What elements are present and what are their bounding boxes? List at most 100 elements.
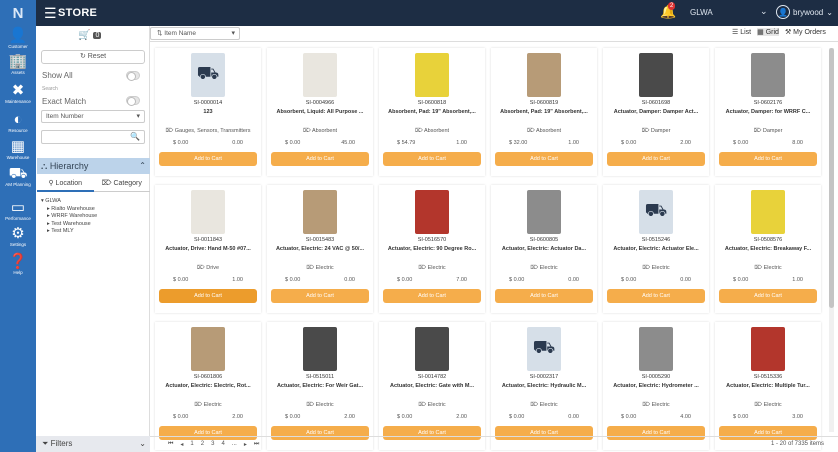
tab-location[interactable]: ⚲ Location: [37, 176, 94, 192]
app-logo[interactable]: N: [0, 0, 36, 26]
list-view-button[interactable]: ☰ List: [732, 28, 751, 36]
add-to-cart-button[interactable]: Add to Cart: [271, 152, 369, 166]
nav-item-am-planning[interactable]: ⛟ AM Planning: [0, 166, 36, 188]
item-image[interactable]: [639, 53, 673, 97]
tree-node[interactable]: ▸ Test MLY: [41, 228, 97, 236]
item-image[interactable]: [415, 327, 449, 371]
nav-item-maintenance[interactable]: ✖ Maintenance: [0, 83, 36, 105]
item-image[interactable]: [191, 327, 225, 371]
nav-item-settings[interactable]: ⚙ Settings: [0, 226, 36, 248]
item-name[interactable]: Actuator, Electric: 90 Degree Ro...: [381, 246, 483, 252]
item-name[interactable]: Actuator, Electric: Gate with M...: [381, 383, 483, 389]
item-card[interactable]: SI-0508576 Actuator, Electric: Breakaway …: [715, 185, 821, 313]
item-image[interactable]: [527, 53, 561, 97]
add-to-cart-button[interactable]: Add to Cart: [719, 289, 817, 303]
search-icon[interactable]: 🔍: [130, 132, 140, 141]
item-card[interactable]: SI-0515011 Actuator, Electric: For Weir G…: [267, 322, 373, 450]
add-to-cart-button[interactable]: Add to Cart: [271, 289, 369, 303]
my-orders-button[interactable]: ⚒ My Orders: [785, 28, 826, 36]
item-card[interactable]: ⛟ SI-0002317 Actuator, Electric: Hydraulic…: [491, 322, 597, 450]
search-input[interactable]: 🔍: [41, 130, 145, 144]
show-all-toggle[interactable]: [126, 71, 140, 81]
search-field-select[interactable]: Item Number ▾: [41, 110, 145, 123]
item-image[interactable]: [415, 190, 449, 234]
item-image[interactable]: ⛟: [527, 327, 561, 371]
nav-item-customer[interactable]: 👤 Customer: [0, 28, 36, 50]
item-name[interactable]: Actuator, Electric: Hydraulic M...: [493, 383, 595, 389]
item-card[interactable]: SI-0004966 Absorbent, Liquid: All Purpose…: [267, 48, 373, 176]
tree-node[interactable]: ▸ Test Warehouse: [41, 221, 97, 229]
add-to-cart-button[interactable]: Add to Cart: [607, 152, 705, 166]
item-card[interactable]: SI-0516570 Actuator, Electric: 90 Degree …: [379, 185, 485, 313]
item-card[interactable]: SI-0600805 Actuator, Electric: Actuator D…: [491, 185, 597, 313]
item-image[interactable]: [527, 190, 561, 234]
last-page-icon[interactable]: ⏭: [254, 441, 259, 448]
nav-item-performance[interactable]: ▭ Performance: [0, 200, 36, 222]
item-image[interactable]: [639, 327, 673, 371]
item-name[interactable]: Actuator, Electric: 24 VAC @ 50/...: [269, 246, 371, 252]
nav-item-assets[interactable]: 🏢 Assets: [0, 54, 36, 76]
page-link[interactable]: 3: [211, 441, 214, 448]
item-name[interactable]: Actuator, Electric: Hydrometer ...: [605, 383, 707, 389]
exact-match-toggle[interactable]: [126, 96, 140, 106]
item-card[interactable]: SI-0600818 Absorbent, Pad: 19" Absorbent,…: [379, 48, 485, 176]
item-name[interactable]: Actuator, Drive: Hand M-50 #07...: [157, 246, 259, 252]
grid-view-button[interactable]: ▦ Grid: [757, 28, 779, 36]
page-link[interactable]: 2: [201, 441, 204, 448]
add-to-cart-button[interactable]: Add to Cart: [383, 152, 481, 166]
prev-page-icon[interactable]: ◂: [180, 441, 183, 448]
item-name[interactable]: Actuator, Electric: Actuator Ele...: [605, 246, 707, 252]
item-card[interactable]: SI-0005290 Actuator, Electric: Hydrometer…: [603, 322, 709, 450]
chevron-down-icon[interactable]: ⌄: [760, 6, 768, 17]
item-name[interactable]: Actuator, Electric: Breakaway F...: [717, 246, 819, 252]
item-card[interactable]: SI-0601806 Actuator, Electric: Electric, …: [155, 322, 261, 450]
add-to-cart-button[interactable]: Add to Cart: [383, 289, 481, 303]
hierarchy-header[interactable]: ⛬ Hierarchy ⌃: [37, 158, 150, 174]
item-image[interactable]: ⛟: [639, 190, 673, 234]
item-image[interactable]: [415, 53, 449, 97]
item-image[interactable]: [751, 327, 785, 371]
tree-node[interactable]: ▸ WRRF Warehouse: [41, 213, 97, 221]
item-name[interactable]: 123: [157, 109, 259, 115]
add-to-cart-button[interactable]: Add to Cart: [495, 152, 593, 166]
item-card[interactable]: SI-0600819 Absorbent, Pad: 19" Absorbent,…: [491, 48, 597, 176]
add-to-cart-button[interactable]: Add to Cart: [159, 289, 257, 303]
item-name[interactable]: Actuator, Damper: for WRRF C...: [717, 109, 819, 115]
item-card[interactable]: ⛟ SI-0515246 Actuator, Electric: Actuator …: [603, 185, 709, 313]
next-page-icon[interactable]: ▸: [244, 441, 247, 448]
add-to-cart-button[interactable]: Add to Cart: [607, 289, 705, 303]
tab-category[interactable]: ⌦ Category: [93, 176, 150, 192]
item-image[interactable]: [303, 190, 337, 234]
add-to-cart-button[interactable]: Add to Cart: [719, 152, 817, 166]
page-link[interactable]: 4: [221, 441, 224, 448]
item-image[interactable]: ⛟: [191, 53, 225, 97]
page-link[interactable]: ...: [232, 441, 237, 448]
grid-scrollbar[interactable]: [829, 48, 834, 432]
scrollbar-thumb[interactable]: [829, 48, 834, 308]
item-card[interactable]: SI-0601698 Actuator, Damper: Damper Act..…: [603, 48, 709, 176]
item-card[interactable]: SI-0015483 Actuator, Electric: 24 VAC @ 5…: [267, 185, 373, 313]
item-name[interactable]: Actuator, Electric: Actuator Da...: [493, 246, 595, 252]
item-image[interactable]: [303, 53, 337, 97]
item-name[interactable]: Absorbent, Pad: 19" Absorbent,...: [381, 109, 483, 115]
item-name[interactable]: Actuator, Electric: Multiple Tur...: [717, 383, 819, 389]
item-image[interactable]: [751, 190, 785, 234]
notifications-bell-icon[interactable]: 🔔 2: [660, 2, 676, 20]
item-card[interactable]: SI-0602176 Actuator, Damper: for WRRF C..…: [715, 48, 821, 176]
item-image[interactable]: [191, 190, 225, 234]
nav-item-help[interactable]: ❓ Help: [0, 254, 36, 276]
item-image[interactable]: [751, 53, 785, 97]
sort-select[interactable]: ⇅ Item Name ▾: [150, 27, 240, 40]
add-to-cart-button[interactable]: Add to Cart: [159, 152, 257, 166]
user-menu[interactable]: 👤 brywood ⌄: [776, 5, 833, 19]
item-card[interactable]: SI-0515336 Actuator, Electric: Multiple T…: [715, 322, 821, 450]
filters-footer[interactable]: ⏷ Filters ⌄: [36, 436, 150, 452]
item-card[interactable]: ⛟ SI-0000014 123 ⌦ Gauges, Sensors, Transmi…: [155, 48, 261, 176]
tree-node[interactable]: ▸ Rialto Warehouse: [41, 206, 97, 214]
cart-summary[interactable]: 🛒 0: [78, 30, 102, 41]
add-to-cart-button[interactable]: Add to Cart: [495, 289, 593, 303]
item-name[interactable]: Actuator, Electric: Electric, Rot...: [157, 383, 259, 389]
item-name[interactable]: Actuator, Damper: Damper Act...: [605, 109, 707, 115]
item-card[interactable]: SI-0011843 Actuator, Drive: Hand M-50 #07…: [155, 185, 261, 313]
tree-node-root[interactable]: ▾ GLWA: [41, 198, 97, 206]
